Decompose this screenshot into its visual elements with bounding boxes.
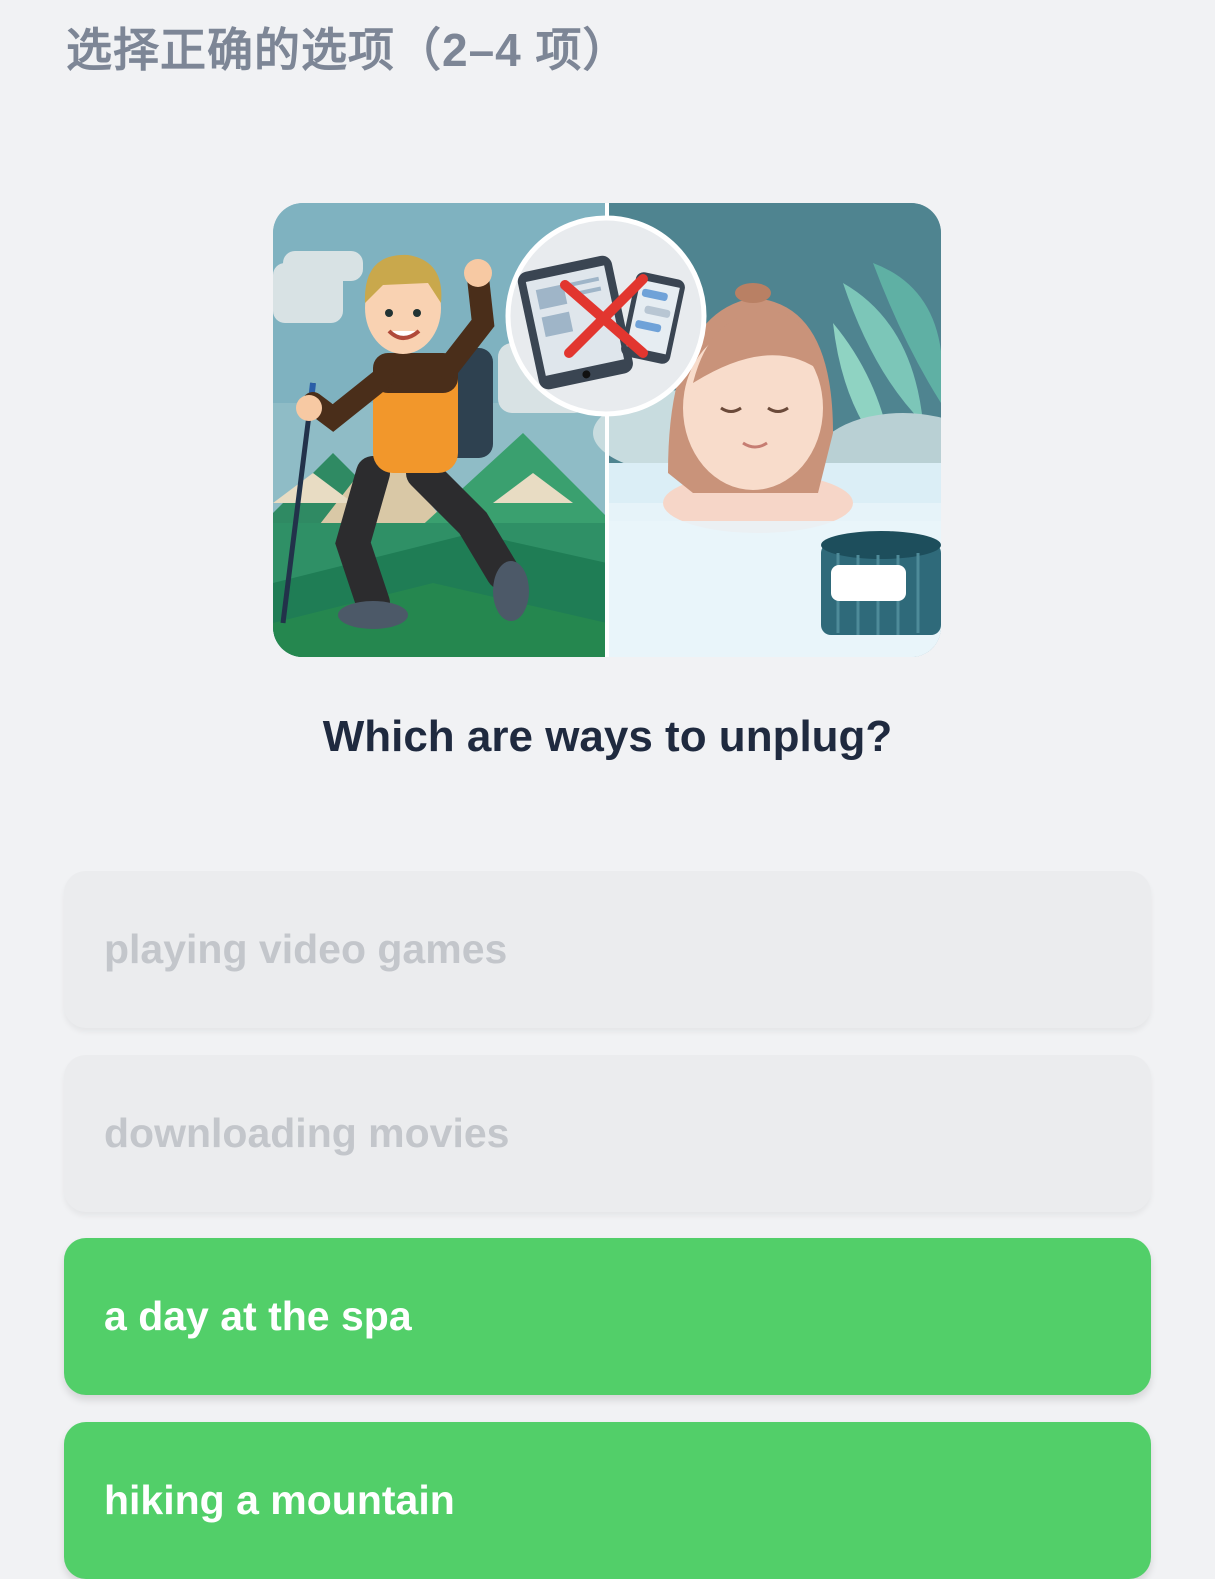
option-label: playing video games — [104, 926, 508, 972]
option-playing-video-games[interactable]: playing video games — [64, 871, 1151, 1028]
question-text: Which are ways to unplug? — [322, 712, 893, 761]
option-label: downloading movies — [104, 1110, 510, 1156]
option-label: a day at the spa — [104, 1293, 412, 1339]
question-illustration — [273, 203, 941, 657]
option-hiking-a-mountain[interactable]: hiking a mountain — [64, 1422, 1151, 1579]
option-downloading-movies[interactable]: downloading movies — [64, 1055, 1151, 1212]
bucket-graphic — [821, 531, 941, 635]
instruction-text: 选择正确的选项（2–4 项） — [66, 24, 630, 76]
no-devices-icon — [505, 215, 707, 417]
option-label: hiking a mountain — [104, 1477, 455, 1523]
option-a-day-at-the-spa[interactable]: a day at the spa — [64, 1238, 1151, 1395]
